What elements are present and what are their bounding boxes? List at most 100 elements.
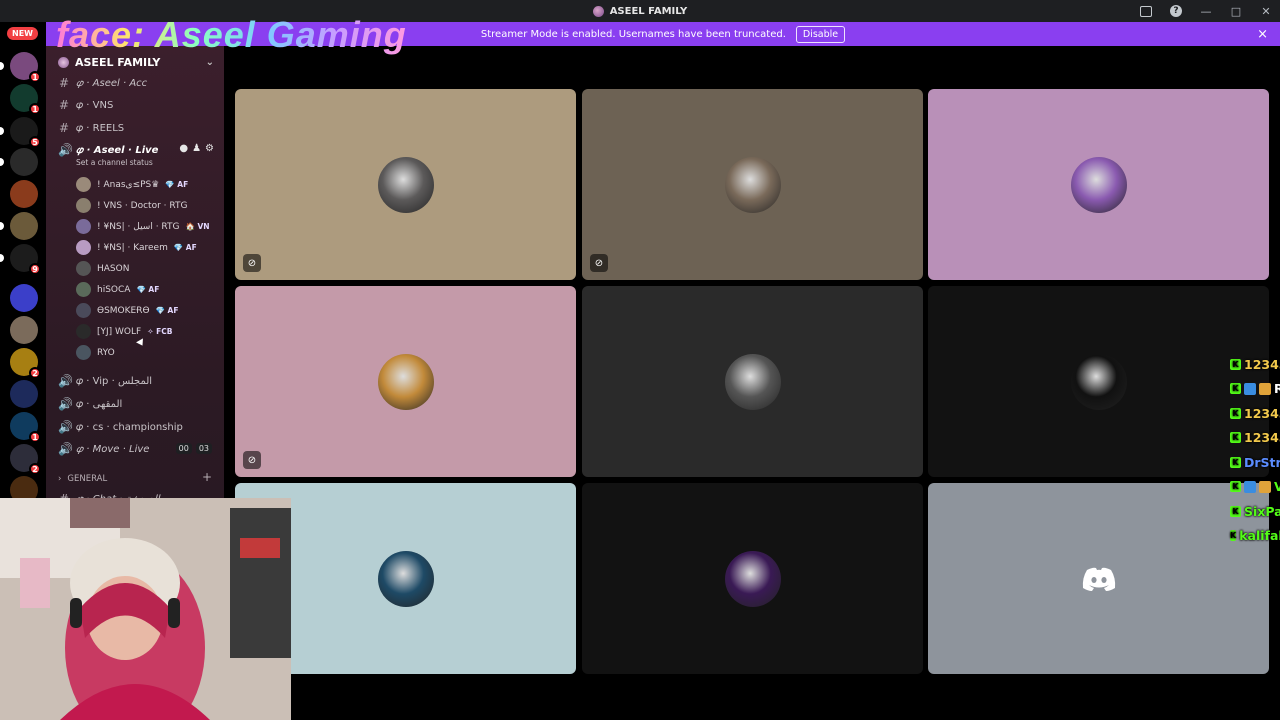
chat-username: SixPathsSage [1244,503,1280,519]
badge-icon [1259,480,1271,493]
voice-user-name: ! Anasی≤PS♛ [97,179,160,190]
voice-user[interactable]: ! ¥NS| · Kareem💎 AF⊘ [76,240,234,255]
chat-username: kalifalahwal [1239,528,1280,544]
unread-badge: 2 [29,367,41,379]
minimize-button[interactable]: — [1200,5,1212,18]
server-icon-5[interactable] [10,180,38,208]
discord-logo-icon [1082,567,1115,591]
server-icon-9[interactable] [10,316,38,344]
unread-badge: 9 [29,263,41,275]
participant-tile[interactable] [928,483,1269,674]
gear-icon[interactable]: ⚙ [205,143,214,154]
chat-message: KVNS_Abusalah : [1230,475,1280,500]
voice-user-name: ϴSMOKEɌϴ [97,305,150,316]
chat-message: KRyo_Tempest : [1230,377,1280,402]
close-button[interactable]: ✕ [1260,5,1272,18]
channel-vns[interactable]: # 𝜑 · VNS [58,98,113,112]
inbox-icon[interactable] [1140,5,1152,17]
muted-mic-icon: ⊘ [243,254,261,272]
muted-mic-icon: ⊘ [243,451,261,469]
unread-badge: 5 [29,136,41,148]
chat-message: K123456ABDAaa : [1230,401,1280,426]
chevron-down-icon[interactable]: ⌄ [206,57,214,68]
avatar [76,261,91,276]
add-member-icon[interactable]: ♟ [192,143,201,154]
channel-aseel-acc[interactable]: # 𝜑 · Aseel · Acc [58,76,147,90]
channel-label: 𝜑 · cs · championship [76,421,183,433]
participant-tile[interactable] [582,286,923,477]
channel-label: 𝜑 · REELS [76,122,125,134]
server-icon-10[interactable]: 2 [10,348,41,379]
banner-close-icon[interactable]: × [1257,27,1268,42]
voice-user[interactable]: HASON [76,261,129,276]
participant-tile[interactable]: ⊘ [582,89,923,280]
avatar [76,198,91,213]
voice-user[interactable]: ! ¥NS| · اسيل · RTG🏠 VN⊘ [76,219,234,234]
server-tag: 💎 AF [136,285,160,294]
voice-channel-cafe[interactable]: 🔊 𝜑 · المقهى [58,397,122,411]
speaker-icon: 🔊 [58,442,73,456]
hash-icon: # [58,121,70,135]
stream-overlay-title: face: Aseel Gaming [56,14,407,55]
server-tag: ✧ FCB [147,327,173,336]
voice-user[interactable]: ! VNS · Doctor · RTG⊘ [76,198,234,213]
voice-user[interactable]: hiSOCA 💎 AF [76,282,159,297]
voice-user[interactable]: ϴSMOKEɌϴ 💎 AF [76,303,178,318]
voice-channel-aseel-live[interactable]: 🔊 𝜑 · Aseel · Live [58,143,158,157]
speaker-icon: 🔊 [58,374,73,388]
kick-icon: K [1230,481,1241,493]
server-icon-13[interactable]: 2 [10,444,41,475]
channel-reels[interactable]: # 𝜑 · REELS [58,121,124,135]
server-icon-7[interactable]: 9 [10,244,41,275]
voice-user[interactable]: [YJ] WOLF ✧ FCB [76,324,172,339]
chat-username: VNS_Abusalah [1274,479,1280,495]
window-title: ASEEL FAMILY [592,5,688,17]
unread-indicator [0,254,4,262]
server-icon-2[interactable]: 1 [10,84,41,115]
voice-user-name: [YJ] WOLF [97,326,142,337]
participant-tile[interactable]: ⊘ [235,286,576,477]
badge-icon [1259,382,1271,395]
participant-tile[interactable] [928,286,1269,477]
participant-tile[interactable]: ⊘ [235,89,576,280]
server-icon-4[interactable] [10,148,38,176]
server-icon-6[interactable] [10,212,38,240]
unread-indicator [0,158,4,166]
disable-button[interactable]: Disable [795,25,846,43]
server-icon-1[interactable]: 1 [10,52,41,83]
window-title-text: ASEEL FAMILY [609,5,688,17]
channel-tools: ● ♟ ⚙ [179,143,214,154]
voice-user-name: RYO [97,347,115,358]
server-icon-3[interactable]: 5 [10,117,41,148]
voice-user[interactable]: ! Anasی≤PS♛💎 AF⊘ [76,177,234,192]
chat-icon[interactable]: ● [179,143,188,154]
voice-user-name: ! ¥NS| · اسيل · RTG [97,221,180,232]
server-icon-12[interactable]: 1 [10,412,41,443]
chat-overlay: K123456ABDAaa :KRyo_Tempest : K 123456ABDA… [1230,352,1280,548]
channel-user-count: 00 03 [175,443,212,454]
unread-badge: 2 [29,463,41,475]
server-icon-11[interactable] [10,380,38,408]
chat-username: 123456ABDAaa [1244,356,1280,372]
voice-channel-cs[interactable]: 🔊 𝜑 · cs · championship [58,420,183,434]
chat-username: 123456ABDAaa [1244,405,1280,421]
unread-badge: 1 [29,103,41,115]
add-channel-icon[interactable]: + [202,470,212,484]
participant-tile[interactable] [582,483,923,674]
voice-user[interactable]: RYO [76,345,115,360]
maximize-button[interactable]: □ [1230,5,1242,18]
chat-message: KDrStrangeORL : عااااش عظيمكم [1230,450,1280,475]
participant-tile[interactable] [928,89,1269,280]
voice-channel-vip[interactable]: 🔊 𝜑 · Vip · المجلس [58,374,152,388]
channel-label: 𝜑 · VNS [76,99,114,111]
server-icon-8[interactable] [10,284,38,312]
channel-status[interactable]: Set a channel status [76,158,153,167]
voice-user-name: HASON [97,263,130,274]
help-icon[interactable]: ? [1170,5,1182,17]
avatar [76,177,91,192]
channel-label: 𝜑 · Aseel · Live [76,144,159,156]
category-general[interactable]: › GENERAL [58,474,107,484]
channel-label: 𝜑 · Move · Live [76,443,150,455]
participant-avatar [724,550,781,607]
voice-channel-move-live[interactable]: 🔊 𝜑 · Move · Live [58,442,149,456]
